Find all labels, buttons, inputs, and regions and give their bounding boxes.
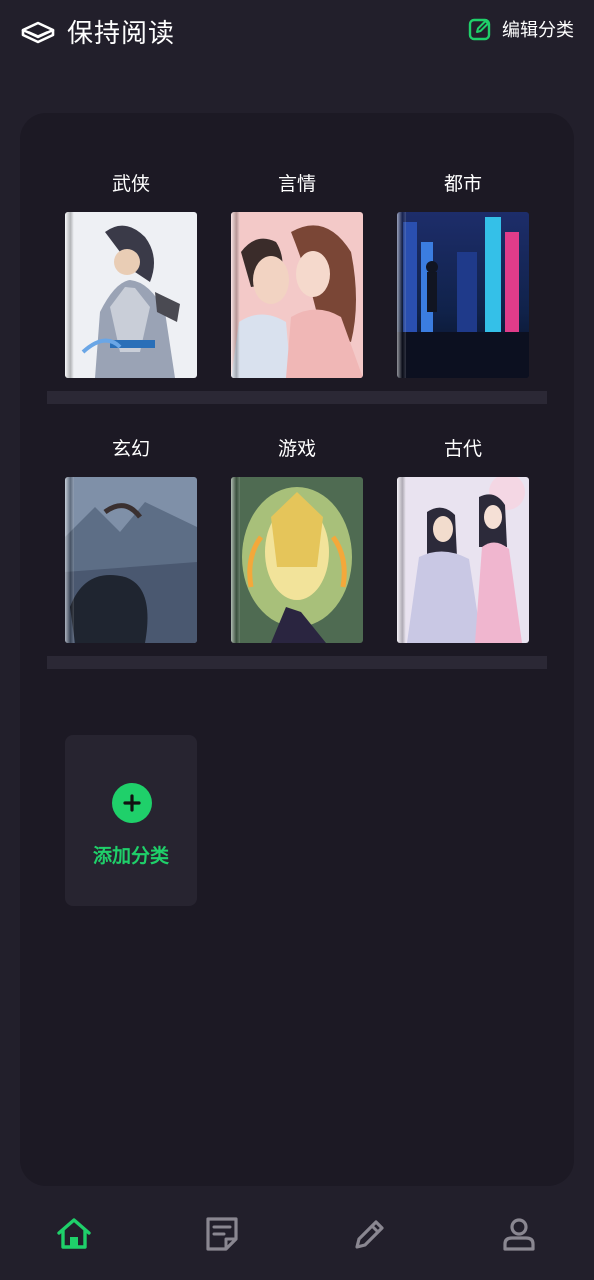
plus-icon bbox=[123, 794, 141, 812]
category-game[interactable]: 游戏 bbox=[231, 434, 363, 644]
add-category-button[interactable]: 添加分类 bbox=[65, 735, 197, 906]
category-romance[interactable]: 言情 bbox=[231, 169, 363, 379]
category-ancient[interactable]: 古代 bbox=[397, 434, 529, 644]
category-wuxia[interactable]: 武侠 bbox=[65, 169, 197, 379]
plus-circle-icon bbox=[112, 783, 152, 823]
wuxia-swordsman-cover bbox=[65, 212, 197, 378]
nav-home[interactable] bbox=[54, 1214, 94, 1254]
edit-category-label: 编辑分类 bbox=[502, 20, 574, 41]
user-icon bbox=[503, 1218, 535, 1251]
romance-couple-cover bbox=[231, 212, 363, 378]
bottom-nav bbox=[0, 1190, 594, 1280]
header: 保持阅读 编辑分类 bbox=[0, 0, 594, 70]
add-category-label: 添加分类 bbox=[92, 845, 169, 867]
book-stack-icon bbox=[21, 21, 55, 44]
bookshelf-panel: 武侠 言情 都市 玄幻 游戏 古代 添加分类 bbox=[20, 113, 574, 1186]
category-label: 古代 bbox=[443, 438, 482, 460]
category-label: 玄幻 bbox=[111, 438, 150, 460]
nav-notes[interactable] bbox=[202, 1214, 242, 1254]
edit-square-icon bbox=[468, 18, 491, 41]
category-label: 言情 bbox=[277, 173, 316, 195]
city-neon-cover bbox=[397, 212, 529, 378]
category-city[interactable]: 都市 bbox=[397, 169, 529, 379]
home-icon bbox=[57, 1218, 91, 1249]
app-title: 保持阅读 bbox=[67, 19, 176, 49]
ancient-couple-cover bbox=[397, 477, 529, 643]
game-warrior-cover bbox=[231, 477, 363, 643]
edit-category-button[interactable]: 编辑分类 bbox=[468, 14, 574, 44]
category-label: 都市 bbox=[443, 173, 482, 195]
pencil-icon bbox=[355, 1220, 384, 1249]
nav-write[interactable] bbox=[350, 1214, 390, 1254]
category-fantasy[interactable]: 玄幻 bbox=[65, 434, 197, 644]
app-screen: 保持阅读 编辑分类 武侠 言情 都市 玄幻 游戏 古代 添加分类 bbox=[0, 0, 594, 1280]
note-icon bbox=[206, 1217, 238, 1251]
category-label: 游戏 bbox=[277, 438, 316, 460]
shelf-board bbox=[47, 391, 547, 404]
shelf-row: 武侠 言情 都市 bbox=[20, 169, 574, 419]
nav-profile[interactable] bbox=[499, 1214, 539, 1254]
category-label: 武侠 bbox=[111, 173, 150, 195]
shelf-row: 玄幻 游戏 古代 bbox=[20, 434, 574, 684]
fantasy-dragon-cover bbox=[65, 477, 197, 643]
shelf-board bbox=[47, 656, 547, 669]
